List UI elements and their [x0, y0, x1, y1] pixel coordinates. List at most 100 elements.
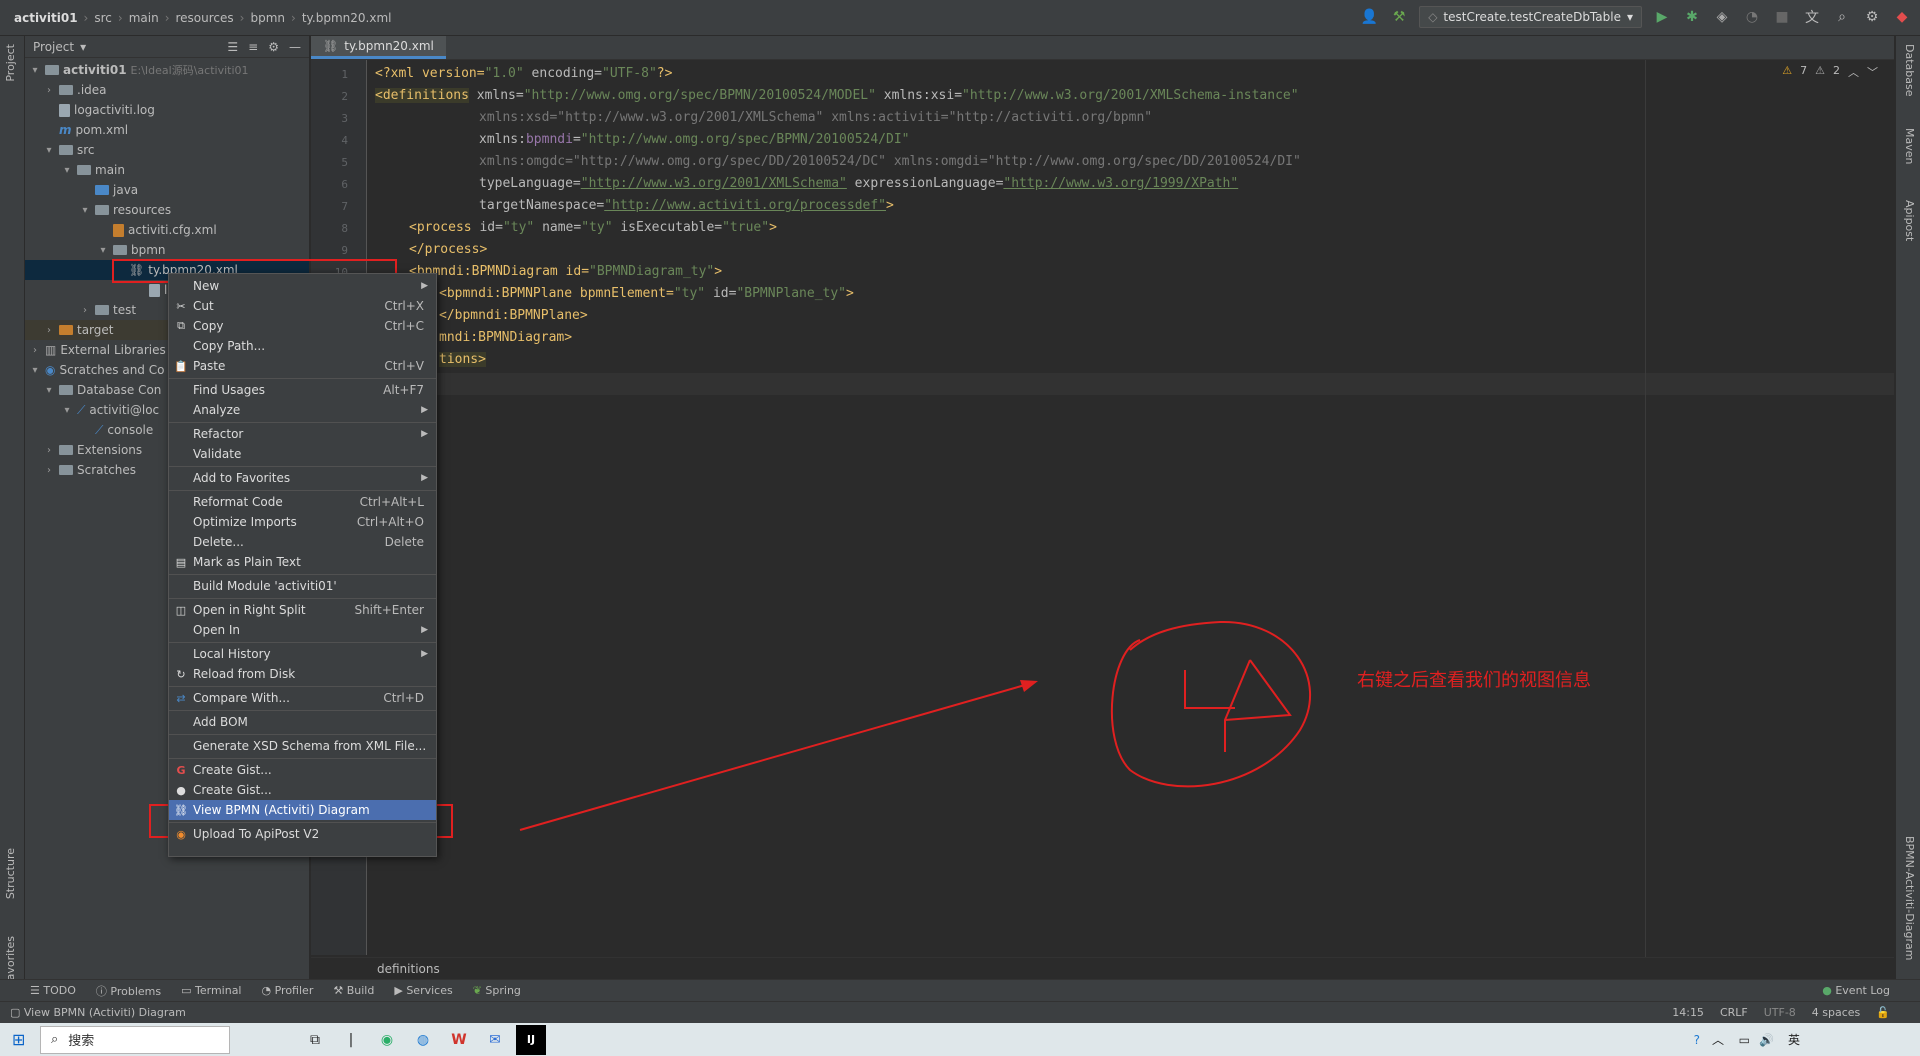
- menu-item-validate[interactable]: Validate: [169, 444, 436, 464]
- menu-item-paste[interactable]: 📋 Paste Ctrl+V: [169, 356, 436, 376]
- menu-item-find-usages[interactable]: Find Usages Alt+F7: [169, 380, 436, 400]
- tree-item-pom[interactable]: m pom.xml: [59, 120, 128, 140]
- tree-item-idea[interactable]: › .idea: [43, 80, 107, 100]
- tree-item-bpmn[interactable]: ▾ bpmn: [97, 240, 165, 260]
- tray-ime[interactable]: 英: [1788, 1031, 1800, 1048]
- tool-problems[interactable]: ⓘ Problems: [96, 983, 161, 999]
- menu-item-mark-plain-text[interactable]: ▤ Mark as Plain Text: [169, 552, 436, 572]
- search-icon[interactable]: ⌕: [1832, 7, 1852, 27]
- tree-item-database-consoles[interactable]: ▾ Database Con: [43, 380, 161, 400]
- tool-services[interactable]: ▶ Services: [394, 984, 452, 997]
- mail-app-icon[interactable]: ✉: [480, 1025, 510, 1055]
- code-line-10[interactable]: <bpmndi:BPMNDiagram id="BPMNDiagram_ty">: [409, 264, 722, 279]
- profile-icon[interactable]: ◔: [1742, 7, 1762, 27]
- user-icon[interactable]: 👤: [1359, 7, 1379, 27]
- code-line-11[interactable]: <bpmndi:BPMNPlane bpmnElement="ty" id="B…: [439, 286, 854, 301]
- tool-todo[interactable]: ☰ TODO: [30, 984, 76, 997]
- tray-help-icon[interactable]: ?: [1694, 1033, 1700, 1047]
- tab-maven[interactable]: Maven: [1903, 128, 1916, 164]
- translate-icon[interactable]: 文: [1802, 7, 1822, 27]
- menu-item-add-to-favorites[interactable]: Add to Favorites ▶: [169, 468, 436, 488]
- tree-item-extensions[interactable]: › Extensions: [43, 440, 142, 460]
- code-line-6[interactable]: typeLanguage="http://www.w3.org/2001/XML…: [479, 176, 1238, 191]
- menu-item-open-in[interactable]: Open In ▶: [169, 620, 436, 640]
- build-hammer-icon[interactable]: ⚒: [1389, 7, 1409, 27]
- wps-icon[interactable]: W: [444, 1025, 474, 1055]
- gear-icon[interactable]: ⚙: [1862, 7, 1882, 27]
- breadcrumb-file[interactable]: ty.bpmn20.xml: [296, 11, 398, 25]
- menu-item-refactor[interactable]: Refactor ▶: [169, 424, 436, 444]
- debug-icon[interactable]: ✱: [1682, 7, 1702, 27]
- intellij-icon[interactable]: IJ: [516, 1024, 546, 1055]
- code-line-8[interactable]: <process id="ty" name="ty" isExecutable=…: [409, 220, 777, 235]
- menu-item-add-bom[interactable]: Add BOM: [169, 712, 436, 732]
- minimize-icon[interactable]: —: [289, 40, 301, 54]
- tool-terminal[interactable]: ▭ Terminal: [181, 984, 241, 997]
- menu-item-delete[interactable]: Delete... Delete: [169, 532, 436, 552]
- lock-icon[interactable]: 🔓: [1876, 1006, 1890, 1019]
- windows-start-icon[interactable]: ⊞: [12, 1030, 25, 1049]
- tool-profiler[interactable]: ◔ Profiler: [262, 984, 314, 997]
- task-view-icon[interactable]: ⧉: [300, 1025, 330, 1055]
- tray-volume-icon[interactable]: 🔊: [1759, 1033, 1774, 1047]
- breadcrumb-definitions[interactable]: definitions: [377, 962, 440, 976]
- tab-database[interactable]: Database: [1903, 44, 1916, 97]
- tree-item-src[interactable]: ▾ src: [43, 140, 94, 160]
- tree-item-test[interactable]: › test: [79, 300, 136, 320]
- indent-setting[interactable]: 4 spaces: [1812, 1006, 1861, 1019]
- line-separator[interactable]: CRLF: [1720, 1006, 1748, 1019]
- run-icon[interactable]: ▶: [1652, 7, 1672, 27]
- file-encoding[interactable]: UTF-8: [1764, 1006, 1796, 1019]
- code-line-3[interactable]: xmlns:xsd="http://www.w3.org/2001/XMLSch…: [479, 110, 1152, 125]
- tab-project[interactable]: Project: [4, 44, 17, 82]
- menu-item-reload-from-disk[interactable]: ↻ Reload from Disk: [169, 664, 436, 684]
- tree-item-java[interactable]: java: [95, 180, 138, 200]
- tree-item-log[interactable]: logactiviti.log: [59, 100, 155, 120]
- tab-bpmn-diagram[interactable]: BPMN-Activiti-Diagram: [1903, 836, 1916, 961]
- inspection-widget[interactable]: ⚠ 7 ⚠ 2 ︿ ﹀: [1782, 64, 1878, 80]
- menu-item-analyze[interactable]: Analyze ▶: [169, 400, 436, 420]
- menu-item-copy-path[interactable]: Copy Path...: [169, 336, 436, 356]
- menu-item-optimize-imports[interactable]: Optimize Imports Ctrl+Alt+O: [169, 512, 436, 532]
- tree-item-activiti-cfg[interactable]: activiti.cfg.xml: [113, 220, 217, 240]
- code-line-12[interactable]: </bpmndi:BPMNPlane>: [439, 308, 588, 323]
- code-line-2[interactable]: <definitions xmlns="http://www.omg.org/s…: [375, 88, 1299, 103]
- breadcrumb-bpmn[interactable]: bpmn: [244, 11, 291, 25]
- project-panel-title[interactable]: Project: [33, 40, 74, 54]
- menu-item-upload-apipost[interactable]: ◉ Upload To ApiPost V2: [169, 824, 436, 844]
- expand-all-icon[interactable]: ☰: [227, 40, 238, 54]
- breadcrumb-main[interactable]: main: [123, 11, 165, 25]
- event-log-button[interactable]: ● Event Log: [1822, 984, 1920, 997]
- tab-structure[interactable]: Structure: [4, 848, 17, 899]
- tree-item-console[interactable]: ⟋ console: [95, 420, 153, 440]
- tree-item-external-libraries[interactable]: › ▥ External Libraries: [29, 340, 166, 360]
- breadcrumb-src[interactable]: src: [88, 11, 118, 25]
- tab-ty-bpmn[interactable]: ⛓ ty.bpmn20.xml: [311, 36, 446, 59]
- menu-item-view-bpmn-diagram[interactable]: ⛓ View BPMN (Activiti) Diagram: [169, 800, 436, 820]
- code-link[interactable]: "http://www.activiti.org/processdef": [604, 198, 886, 213]
- tree-item-scratches[interactable]: › Scratches: [43, 460, 136, 480]
- code-link[interactable]: "http://www.w3.org/1999/XPath": [1003, 176, 1238, 191]
- chevron-up-icon[interactable]: ︿: [1848, 64, 1859, 80]
- tray-network-icon[interactable]: ▭: [1739, 1033, 1750, 1047]
- menu-item-reformat-code[interactable]: Reformat Code Ctrl+Alt+L: [169, 492, 436, 512]
- menu-item-compare-with[interactable]: ⇄ Compare With... Ctrl+D: [169, 688, 436, 708]
- run-configuration-select[interactable]: ◇ testCreate.testCreateDbTable ▾: [1419, 6, 1642, 28]
- ide-logo-icon[interactable]: ◆: [1892, 7, 1912, 27]
- menu-item-open-right-split[interactable]: ◫ Open in Right Split Shift+Enter: [169, 600, 436, 620]
- edge-icon[interactable]: ◍: [408, 1025, 438, 1055]
- code-line-13[interactable]: mndi:BPMNDiagram>: [439, 330, 572, 345]
- tool-spring[interactable]: ❦ Spring: [473, 984, 521, 997]
- menu-item-cut[interactable]: ✂ Cut Ctrl+X: [169, 296, 436, 316]
- code-link[interactable]: "http://www.w3.org/2001/XMLSchema": [581, 176, 847, 191]
- tree-item-main[interactable]: ▾ main: [61, 160, 125, 180]
- code-line-4[interactable]: xmlns:bpmndi="http://www.omg.org/spec/BP…: [479, 132, 910, 147]
- menu-item-create-gist-github[interactable]: ● Create Gist...: [169, 780, 436, 800]
- menu-item-build-module[interactable]: Build Module 'activiti01': [169, 576, 436, 596]
- menu-item-new[interactable]: New ▶: [169, 276, 436, 296]
- tray-chevron-up-icon[interactable]: ︿: [1712, 1031, 1724, 1048]
- code-line-5[interactable]: xmlns:omgdc="http://www.omg.org/spec/DD/…: [479, 154, 1301, 169]
- tree-item-resources[interactable]: ▾ resources: [79, 200, 171, 220]
- collapse-all-icon[interactable]: ≡: [248, 40, 258, 54]
- coverage-icon[interactable]: ◈: [1712, 7, 1732, 27]
